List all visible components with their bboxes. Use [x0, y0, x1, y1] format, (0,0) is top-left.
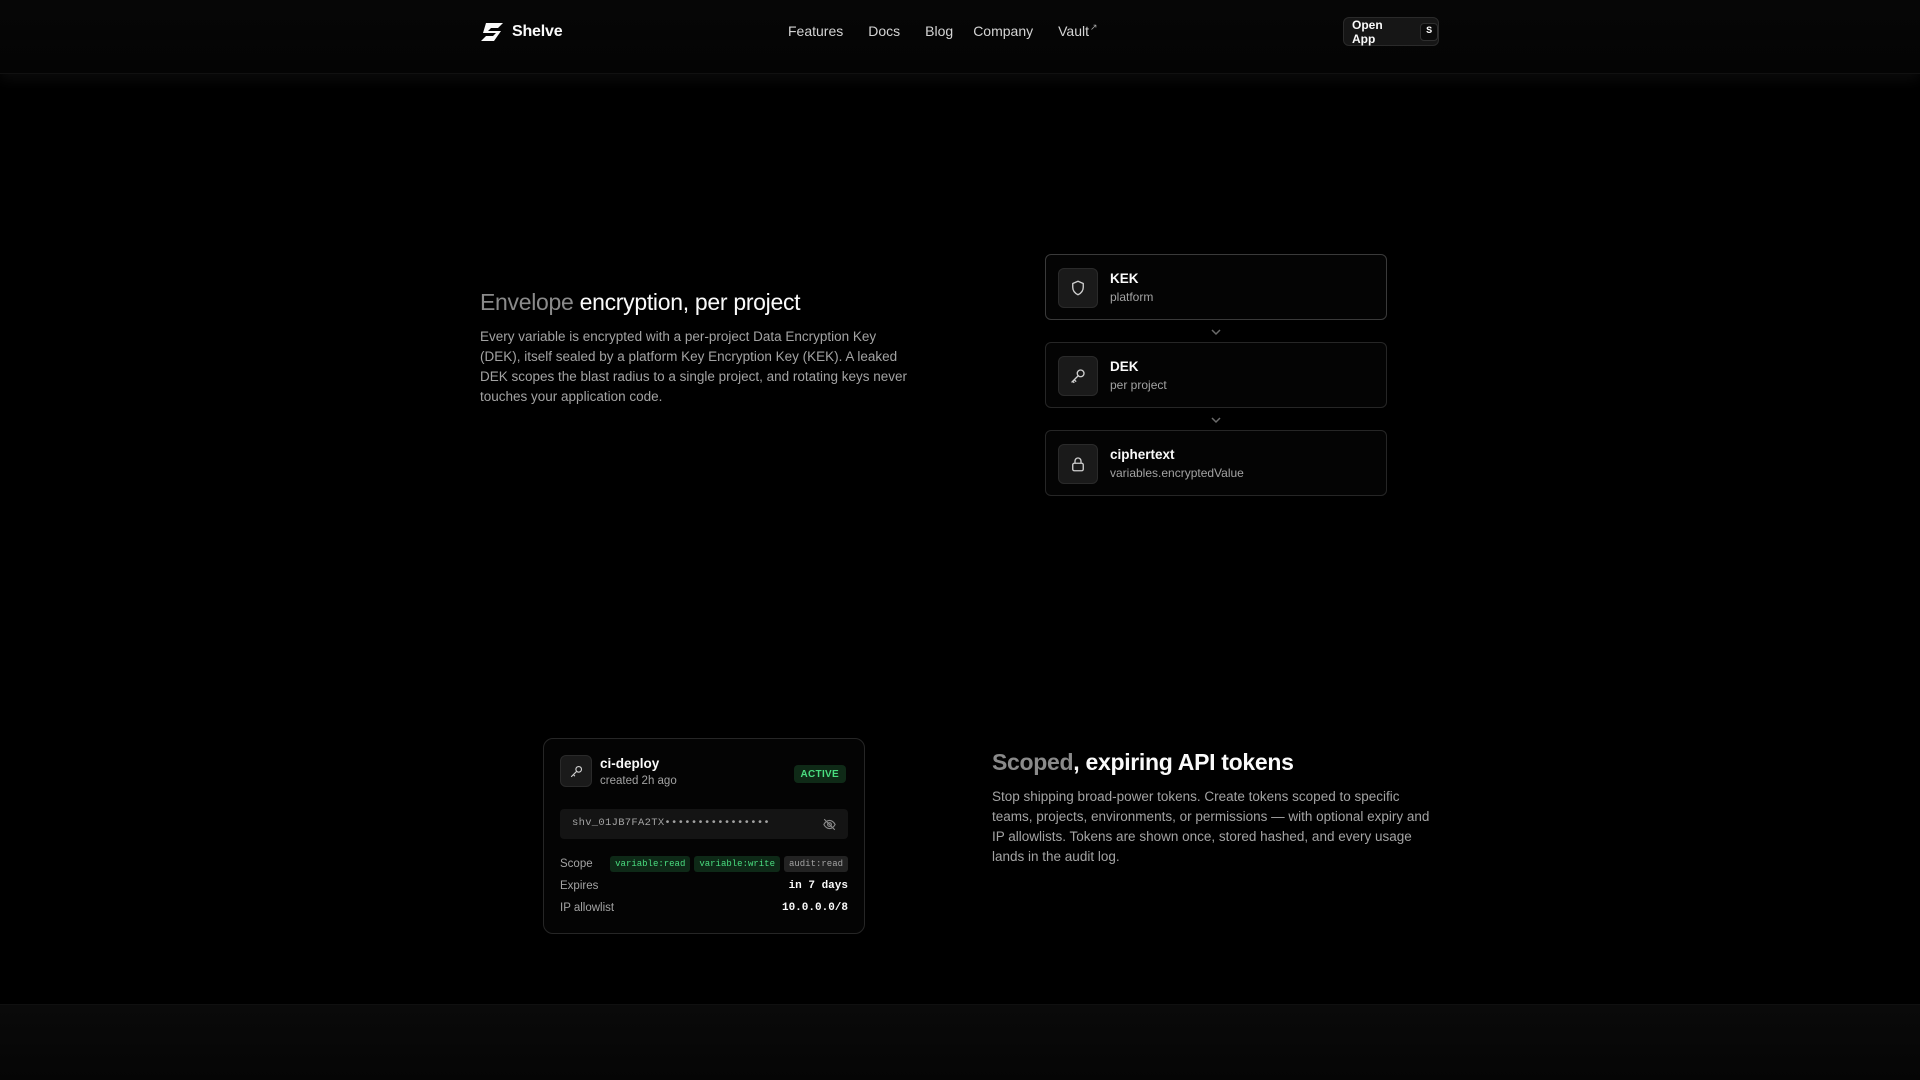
scope-tag: audit:read	[783, 856, 848, 872]
key-card-dek: DEK per project	[1045, 342, 1387, 408]
key-icon	[560, 755, 592, 787]
nav-vault[interactable]: Vault↗	[1058, 21, 1097, 43]
token-card: ci-deploy created 2h ago ACTIVE shv_01JB…	[543, 738, 865, 934]
shortcut-key-badge: S	[1420, 22, 1438, 41]
nav-docs[interactable]: Docs	[868, 21, 900, 43]
key-card-name: KEK	[1110, 271, 1139, 286]
scope-tag: variable:write	[694, 856, 780, 872]
lock-icon	[1058, 444, 1098, 484]
token-secret-field[interactable]: shv_01JB7FA2TX••••••••••••••••	[560, 809, 848, 839]
nav-vault-label: Vault	[1058, 23, 1089, 39]
tokens-title-rest: , expiring API tokens	[1073, 749, 1294, 775]
envelope-description: Every variable is encrypted with a per-p…	[480, 329, 907, 404]
token-secret-value: shv_01JB7FA2TX••••••••••••••••	[572, 817, 771, 829]
scope-tag: variable:read	[610, 856, 691, 872]
shield-icon	[1058, 268, 1098, 308]
envelope-title-muted: Envelope	[480, 289, 574, 315]
envelope-title-rest: encryption, per project	[573, 289, 801, 315]
scope-label: Scope	[560, 858, 593, 870]
ip-allowlist-label: IP allowlist	[560, 902, 615, 914]
site-header: Shelve Features Docs Blog Company Vault↗…	[0, 0, 1920, 74]
token-name: ci-deploy	[600, 756, 660, 771]
nav-blog[interactable]: Blog	[925, 21, 953, 43]
expires-label: Expires	[560, 880, 599, 892]
key-card-name: DEK	[1110, 359, 1139, 374]
ip-allowlist-value: 10.0.0.0/8	[781, 902, 848, 914]
external-link-icon: ↗	[1089, 22, 1098, 32]
open-app-label: Open App	[1352, 17, 1383, 46]
status-badge: ACTIVE	[793, 765, 846, 783]
key-card-kek: KEK platform	[1045, 254, 1387, 320]
chevron-down-icon	[1209, 327, 1223, 337]
scope-tags: variable:read variable:write audit:read	[610, 856, 848, 872]
envelope-title: Envelope encryption, per project	[480, 289, 801, 316]
nav-features[interactable]: Features	[788, 21, 843, 43]
token-created: created 2h ago	[600, 775, 677, 787]
eye-off-icon[interactable]	[822, 817, 837, 832]
key-card-sub: platform	[1110, 290, 1154, 304]
main-nav: Features Docs Blog Company Vault↗	[788, 21, 1098, 43]
tokens-title: Scoped, expiring API tokens	[992, 749, 1294, 776]
open-app-button[interactable]: Open App S	[1343, 17, 1439, 46]
brand-name: Shelve	[512, 23, 563, 40]
key-icon	[1058, 356, 1098, 396]
shelve-logo-icon	[481, 23, 503, 41]
key-card-ciphertext: ciphertext variables.encryptedValue	[1045, 430, 1387, 496]
key-card-sub: variables.encryptedValue	[1110, 466, 1244, 480]
chevron-down-icon	[1209, 415, 1223, 425]
key-card-name: ciphertext	[1110, 447, 1175, 462]
brand-logo[interactable]: Shelve	[480, 20, 563, 44]
expires-value: in 7 days	[788, 880, 848, 892]
tokens-title-muted: Scoped	[992, 749, 1074, 775]
key-card-sub: per project	[1110, 378, 1167, 392]
tokens-description: Stop shipping broad-power tokens. Create…	[992, 789, 1430, 864]
footer-band	[0, 1004, 1920, 1080]
nav-company[interactable]: Company	[973, 21, 1033, 43]
